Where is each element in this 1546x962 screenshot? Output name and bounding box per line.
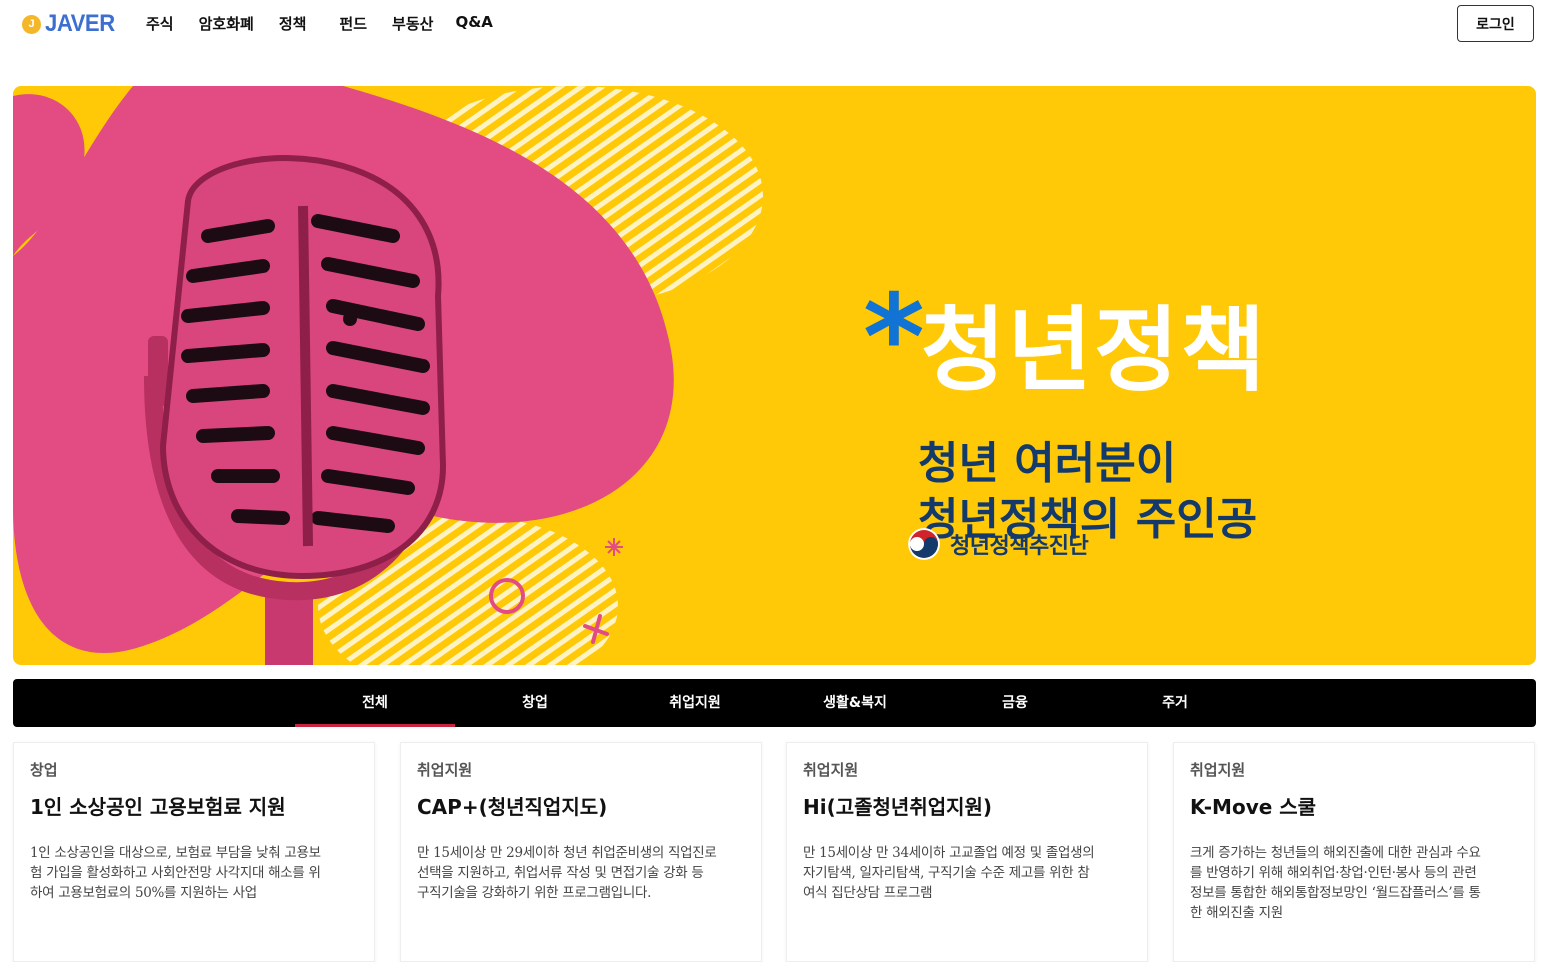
hero-banner[interactable]: * 청년정책 청년 여러분이 청년정책의 주인공 청년정책추진단 [13,86,1536,665]
card-desc-line: 여식 집단상담 프로그램 [803,885,933,901]
card-title: CAP+(청년직업지도) [417,795,608,819]
card-desc-line: 구직기술을 강화하기 위한 프로그램입니다. [417,885,652,901]
card-description: 만 15세이상 만 29세이하 청년 취업준비생의 직업진로 선택을 지원하고,… [417,843,747,903]
card-desc-line: 선택을 지원하고, 취업서류 작성 및 면접기술 강화 등 [417,865,704,881]
card-category: 취업지원 [417,761,473,779]
nav-item-fund[interactable]: 펀드 [339,13,367,34]
card-desc-line: 자기탐색, 일자리탐색, 구직기술 수준 제고를 위한 참 [803,865,1090,881]
policy-card[interactable]: 취업지원 Hi(고졸청년취업지원) 만 15세이상 만 34세이하 고교졸업 예… [786,742,1148,962]
login-button[interactable]: 로그인 [1457,5,1534,42]
card-description: 1인 소상공인을 대상으로, 보험료 부담을 낮춰 고용보 험 가입을 활성화하… [30,843,360,903]
banner-subtitle-line1: 청년 여러분이 [918,438,1177,489]
card-category: 취업지원 [1190,761,1246,779]
card-desc-line: 한 해외진출 지원 [1190,905,1283,921]
nav-item-crypto[interactable]: 암호화폐 [199,13,254,34]
tab-welfare[interactable]: 생활&복지 [775,679,935,727]
card-desc-line: 정보를 통합한 해외통합정보망인 ‘월드잡플러스’를 통 [1190,885,1481,901]
card-desc-line: 험 가입을 활성화하고 사회안전망 사각지대 해소를 위 [30,865,321,881]
nav-item-realestate[interactable]: 부동산 [392,13,433,34]
logo-text: JAVER [45,10,115,37]
card-desc-line: 만 15세이상 만 34세이하 고교졸업 예정 및 졸업생의 [803,845,1095,861]
nav-item-policy[interactable]: 정책 [279,13,307,34]
policy-card[interactable]: 취업지원 CAP+(청년직업지도) 만 15세이상 만 29세이하 청년 취업준… [400,742,762,962]
asterisk-icon: * [863,268,925,406]
card-category: 창업 [30,761,58,779]
policy-card[interactable]: 취업지원 K-Move 스쿨 크게 증가하는 청년들의 해외진출에 대한 관심과… [1173,742,1535,962]
tab-employment[interactable]: 취업지원 [615,679,775,727]
card-desc-line: 를 반영하기 위해 해외취업·창업·인턴·봉사 등의 관련 [1190,865,1477,881]
tab-all[interactable]: 전체 [295,679,455,727]
logo[interactable]: J JAVER [22,10,121,38]
policy-card[interactable]: 창업 1인 소상공인 고용보험료 지원 1인 소상공인을 대상으로, 보험료 부… [13,742,375,962]
top-header: J JAVER 주식 암호화폐 정책 펀드 부동산 Q&A 로그인 [0,0,1546,48]
sparkle-decoration [605,538,623,556]
logo-coin-icon: J [22,14,41,34]
main-nav: 주식 암호화폐 정책 펀드 부동산 Q&A [146,13,493,34]
card-desc-line: 1인 소상공인을 대상으로, 보험료 부담을 낮춰 고용보 [30,845,321,861]
nav-item-qna[interactable]: Q&A [455,13,492,34]
card-desc-line: 만 15세이상 만 29세이하 청년 취업준비생의 직업진로 [417,845,717,861]
organization-name: 청년정책추진단 [950,534,1089,559]
organization-badge: 청년정책추진단 [908,528,1089,560]
category-tabs: 전체 창업 취업지원 생활&복지 금융 주거 [13,679,1536,727]
card-category: 취업지원 [803,761,859,779]
taegeuk-emblem-icon [908,528,940,560]
card-description: 만 15세이상 만 34세이하 고교졸업 예정 및 졸업생의 자기탐색, 일자리… [803,843,1133,903]
tab-startup[interactable]: 창업 [455,679,615,727]
banner-title: * 청년정책 [863,276,1267,426]
card-description: 크게 증가하는 청년들의 해외진출에 대한 관심과 수요 를 반영하기 위해 해… [1190,843,1520,923]
card-title: 1인 소상공인 고용보험료 지원 [30,795,286,819]
card-desc-line: 하여 고용보험료의 50%를 지원하는 사업 [30,885,257,901]
banner-title-text: 청년정책 [920,297,1268,404]
tab-housing[interactable]: 주거 [1095,679,1255,727]
banner-illustration [13,86,763,665]
card-title: K-Move 스쿨 [1190,795,1317,819]
tab-finance[interactable]: 금융 [935,679,1095,727]
card-desc-line: 크게 증가하는 청년들의 해외진출에 대한 관심과 수요 [1190,845,1481,861]
nav-item-stocks[interactable]: 주식 [146,13,174,34]
card-title: Hi(고졸청년취업지원) [803,795,993,819]
